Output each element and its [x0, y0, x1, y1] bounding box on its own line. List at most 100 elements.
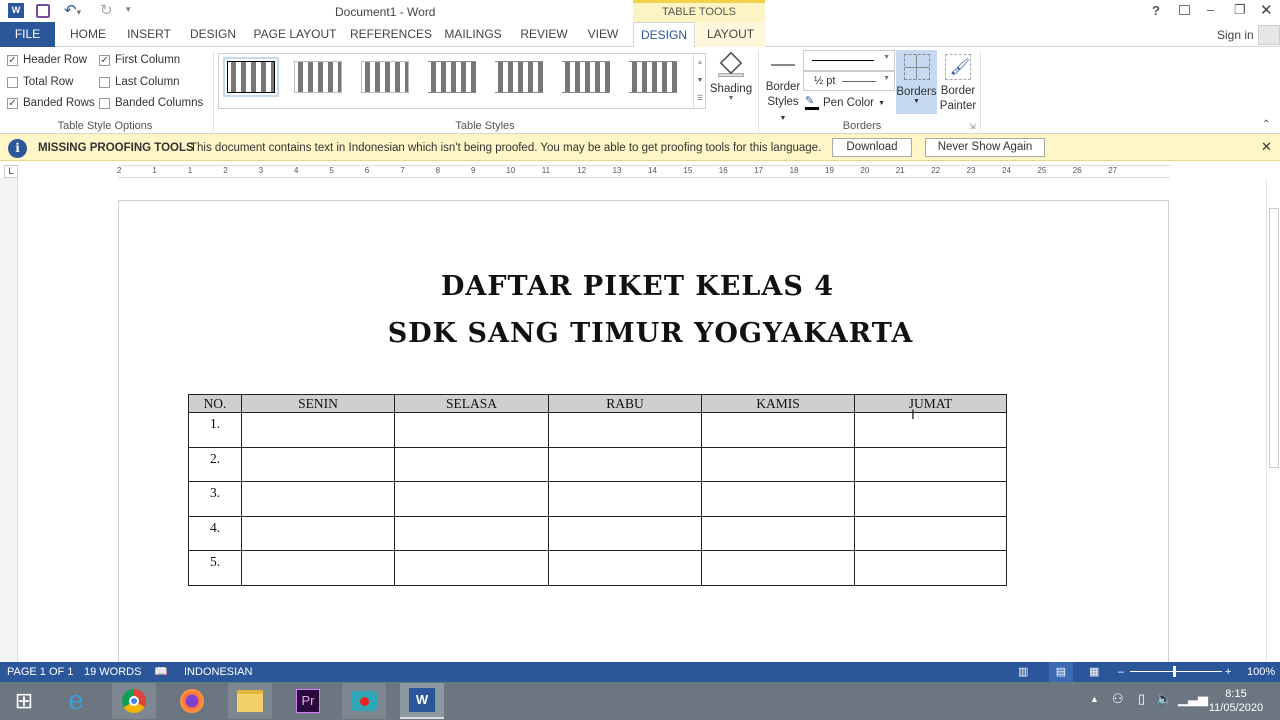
table-cell[interactable] — [548, 515, 702, 551]
start-button[interactable]: ⊞ — [2, 683, 46, 719]
horizontal-ruler[interactable]: 2 1 1 2 3 4 5 6 7 8 9 10 11 12 13 14 15 16 17 18 19 20 21 22 23 2… — [117, 165, 1170, 178]
zoom-slider[interactable] — [1130, 666, 1222, 677]
vertical-scrollbar[interactable] — [1266, 178, 1280, 662]
border-painter-button[interactable]: 🖌 Border Painter — [938, 50, 978, 114]
ribbon-display-icon[interactable] — [1179, 5, 1190, 15]
table-cell[interactable] — [701, 446, 855, 482]
help-icon[interactable]: ? — [1152, 3, 1160, 18]
redo-icon[interactable]: ↻ — [100, 1, 113, 19]
table-cell[interactable] — [394, 446, 549, 482]
column-header[interactable]: SENIN — [241, 394, 395, 413]
proofing-icon[interactable]: 📖 — [154, 662, 168, 682]
tab-home[interactable]: HOME — [62, 22, 114, 47]
table-cell[interactable] — [394, 550, 549, 586]
table-style-thumbnail[interactable] — [424, 57, 480, 97]
tab-references[interactable]: REFERENCES — [350, 22, 432, 47]
show-hidden-icons[interactable]: ▲ — [1090, 694, 1099, 704]
table-cell[interactable] — [854, 481, 1007, 517]
table-cell[interactable] — [394, 412, 549, 448]
gallery-scroll-down[interactable]: ▼ — [693, 72, 706, 90]
tab-mailings[interactable]: MAILINGS — [440, 22, 506, 47]
line-style-dropdown[interactable]: ▼ — [803, 50, 895, 71]
borders-dialog-launcher[interactable]: ⇲ — [969, 122, 976, 131]
table-cell[interactable] — [241, 550, 395, 586]
gallery-scroll-up[interactable]: ▲ — [693, 54, 706, 72]
pen-color-button[interactable]: ✎ Pen Color ▼ — [805, 96, 885, 110]
table-cell[interactable] — [241, 446, 395, 482]
tab-page-layout[interactable]: PAGE LAYOUT — [250, 22, 340, 47]
collapse-ribbon-icon[interactable]: ⌃ — [1262, 119, 1270, 130]
line-weight-dropdown[interactable]: ½ pt ▼ — [803, 71, 895, 91]
tab-design[interactable]: DESIGN — [186, 22, 240, 47]
tab-review[interactable]: REVIEW — [516, 22, 572, 47]
zoom-in-icon[interactable]: + — [1225, 662, 1231, 682]
column-header[interactable]: RABU — [548, 394, 702, 413]
read-mode-icon[interactable]: ▥ — [1018, 662, 1028, 682]
tab-table-design[interactable]: DESIGN — [633, 22, 695, 48]
border-styles-button[interactable]: Border Styles ▼ — [763, 57, 803, 126]
row-number-cell[interactable]: 5. — [188, 550, 242, 586]
table-cell[interactable] — [701, 550, 855, 586]
close-icon[interactable]: ✕ — [1260, 1, 1273, 19]
taskbar-firefox[interactable] — [170, 683, 214, 719]
gallery-more[interactable]: ☰ — [693, 90, 706, 108]
table-style-thumbnail[interactable] — [491, 57, 547, 97]
taskbar-chrome[interactable] — [112, 683, 156, 719]
header-row-checkbox[interactable]: ✓ Header Row — [7, 54, 87, 66]
volume-icon[interactable]: 🔈 — [1156, 691, 1172, 707]
language[interactable]: INDONESIAN — [184, 662, 252, 682]
clock[interactable]: 8:15 11/05/2020 — [1200, 687, 1272, 715]
shading-button[interactable]: Shading ▼ — [708, 51, 754, 115]
page-count[interactable]: PAGE 1 OF 1 — [7, 662, 73, 682]
print-layout-icon[interactable]: ▤ — [1049, 662, 1073, 682]
customize-toolbar-icon[interactable]: ▾ — [126, 4, 131, 15]
maximize-icon[interactable]: ❐ — [1234, 2, 1246, 18]
zoom-level[interactable]: 100% — [1247, 662, 1275, 682]
table-style-thumbnail[interactable] — [223, 57, 279, 97]
row-number-cell[interactable]: 4. — [188, 515, 242, 551]
table-cell[interactable] — [394, 481, 549, 517]
table-cell[interactable] — [701, 481, 855, 517]
column-header[interactable]: KAMIS — [701, 394, 855, 413]
table-cell[interactable] — [241, 412, 395, 448]
table-cell[interactable] — [241, 481, 395, 517]
web-layout-icon[interactable]: ▦ — [1089, 662, 1099, 682]
tab-file[interactable]: FILE — [0, 22, 55, 47]
borders-button[interactable]: Borders ▼ — [896, 50, 937, 114]
table-cell[interactable] — [854, 515, 1007, 551]
table-cell[interactable] — [394, 515, 549, 551]
table-cell[interactable] — [241, 515, 395, 551]
never-show-again-button[interactable]: Never Show Again — [925, 138, 1045, 157]
total-row-checkbox[interactable]: Total Row — [7, 76, 74, 88]
table-style-thumbnail[interactable] — [357, 57, 413, 97]
column-header[interactable]: JUMAT — [854, 394, 1007, 413]
avatar[interactable] — [1258, 25, 1280, 45]
table-cell[interactable] — [854, 446, 1007, 482]
close-message-icon[interactable]: ✕ — [1261, 139, 1272, 155]
tab-view[interactable]: VIEW — [582, 22, 624, 47]
table-cell[interactable] — [548, 550, 702, 586]
row-number-cell[interactable]: 2. — [188, 446, 242, 482]
vertical-ruler[interactable] — [0, 178, 18, 662]
table-cell[interactable] — [854, 550, 1007, 586]
taskbar-recorder[interactable] — [342, 683, 386, 719]
table-cell[interactable] — [548, 481, 702, 517]
table-style-thumbnail[interactable] — [290, 57, 346, 97]
table-style-thumbnail[interactable] — [558, 57, 614, 97]
table-cell[interactable] — [548, 412, 702, 448]
table-style-thumbnail[interactable] — [625, 57, 681, 97]
network-icon[interactable]: ⚇ — [1112, 691, 1124, 707]
last-column-checkbox[interactable]: Last Column — [99, 76, 180, 88]
column-header[interactable]: SELASA — [394, 394, 549, 413]
word-count[interactable]: 19 WORDS — [84, 662, 141, 682]
battery-icon[interactable]: ▯ — [1138, 691, 1145, 707]
column-header[interactable]: NO. — [188, 394, 242, 413]
taskbar-ie[interactable]: e — [54, 683, 98, 719]
tab-table-layout[interactable]: LAYOUT — [696, 22, 765, 47]
tab-selector[interactable]: L — [4, 165, 18, 178]
table-cell[interactable] — [701, 412, 855, 448]
taskbar-premiere[interactable]: Pr — [286, 683, 330, 719]
duty-roster-table[interactable]: NO. SENIN SELASA RABU KAMIS JUMAT 1. 2. 3. 4. 5. — [188, 394, 1007, 586]
first-column-checkbox[interactable]: ✓ First Column — [99, 54, 180, 66]
zoom-out-icon[interactable]: – — [1118, 662, 1124, 682]
